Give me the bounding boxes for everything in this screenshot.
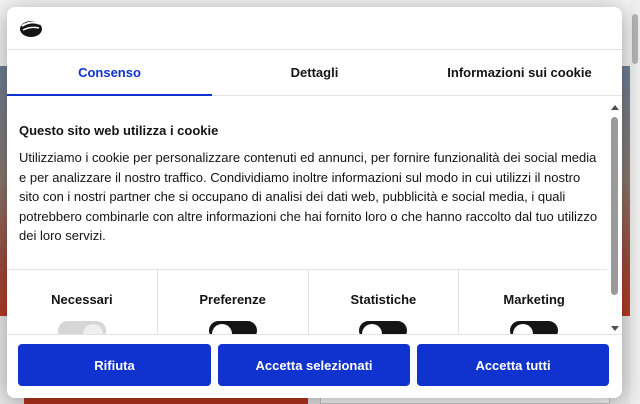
category-preferences: Preferenze [158, 270, 309, 334]
toggle-knob [362, 324, 383, 334]
category-marketing: Marketing [459, 270, 609, 334]
reject-button[interactable]: Rifiuta [18, 344, 211, 386]
page-scrollbar-thumb[interactable] [632, 14, 638, 64]
category-label: Preferenze [199, 292, 266, 307]
accept-all-button[interactable]: Accetta tutti [417, 344, 609, 386]
category-toggles: Necessari Preferenze Statistiche Marketi… [7, 270, 609, 334]
tab-about-cookies[interactable]: Informazioni sui cookie [417, 50, 622, 95]
consent-panel[interactable]: Questo sito web utilizza i cookie Utiliz… [7, 97, 622, 334]
category-necessary: Necessari [7, 270, 158, 334]
dialog-footer: Rifiuta Accetta selezionati Accetta tutt… [7, 334, 622, 398]
page-scrollbar[interactable] [630, 0, 640, 404]
scroll-down-icon[interactable] [611, 326, 619, 331]
toggle-knob [211, 324, 232, 334]
panel-scrollbar[interactable] [610, 101, 620, 333]
category-label: Statistiche [350, 292, 417, 307]
preferences-toggle[interactable] [208, 321, 257, 334]
panel-scrollbar-thumb[interactable] [611, 117, 618, 295]
consent-description: Utilizziamo i cookie per personalizzare … [19, 150, 598, 244]
cookie-consent-dialog: Consenso Dettagli Informazioni sui cooki… [7, 7, 622, 398]
accept-selected-button[interactable]: Accetta selezionati [218, 344, 410, 386]
necessary-toggle [57, 321, 106, 334]
category-label: Marketing [503, 292, 565, 307]
category-statistics: Statistiche [309, 270, 460, 334]
toggle-knob [513, 324, 534, 334]
marketing-toggle[interactable] [510, 321, 559, 334]
tab-consent[interactable]: Consenso [7, 50, 212, 96]
cookiebot-logo-icon [20, 21, 42, 37]
category-label: Necessari [51, 292, 113, 307]
tab-details[interactable]: Dettagli [212, 50, 417, 95]
tab-bar: Consenso Dettagli Informazioni sui cooki… [7, 50, 622, 96]
toggle-knob [82, 324, 103, 334]
consent-heading: Questo sito web utilizza i cookie [19, 123, 219, 138]
statistics-toggle[interactable] [359, 321, 408, 334]
dialog-header [7, 7, 622, 50]
scroll-up-icon[interactable] [611, 105, 619, 110]
